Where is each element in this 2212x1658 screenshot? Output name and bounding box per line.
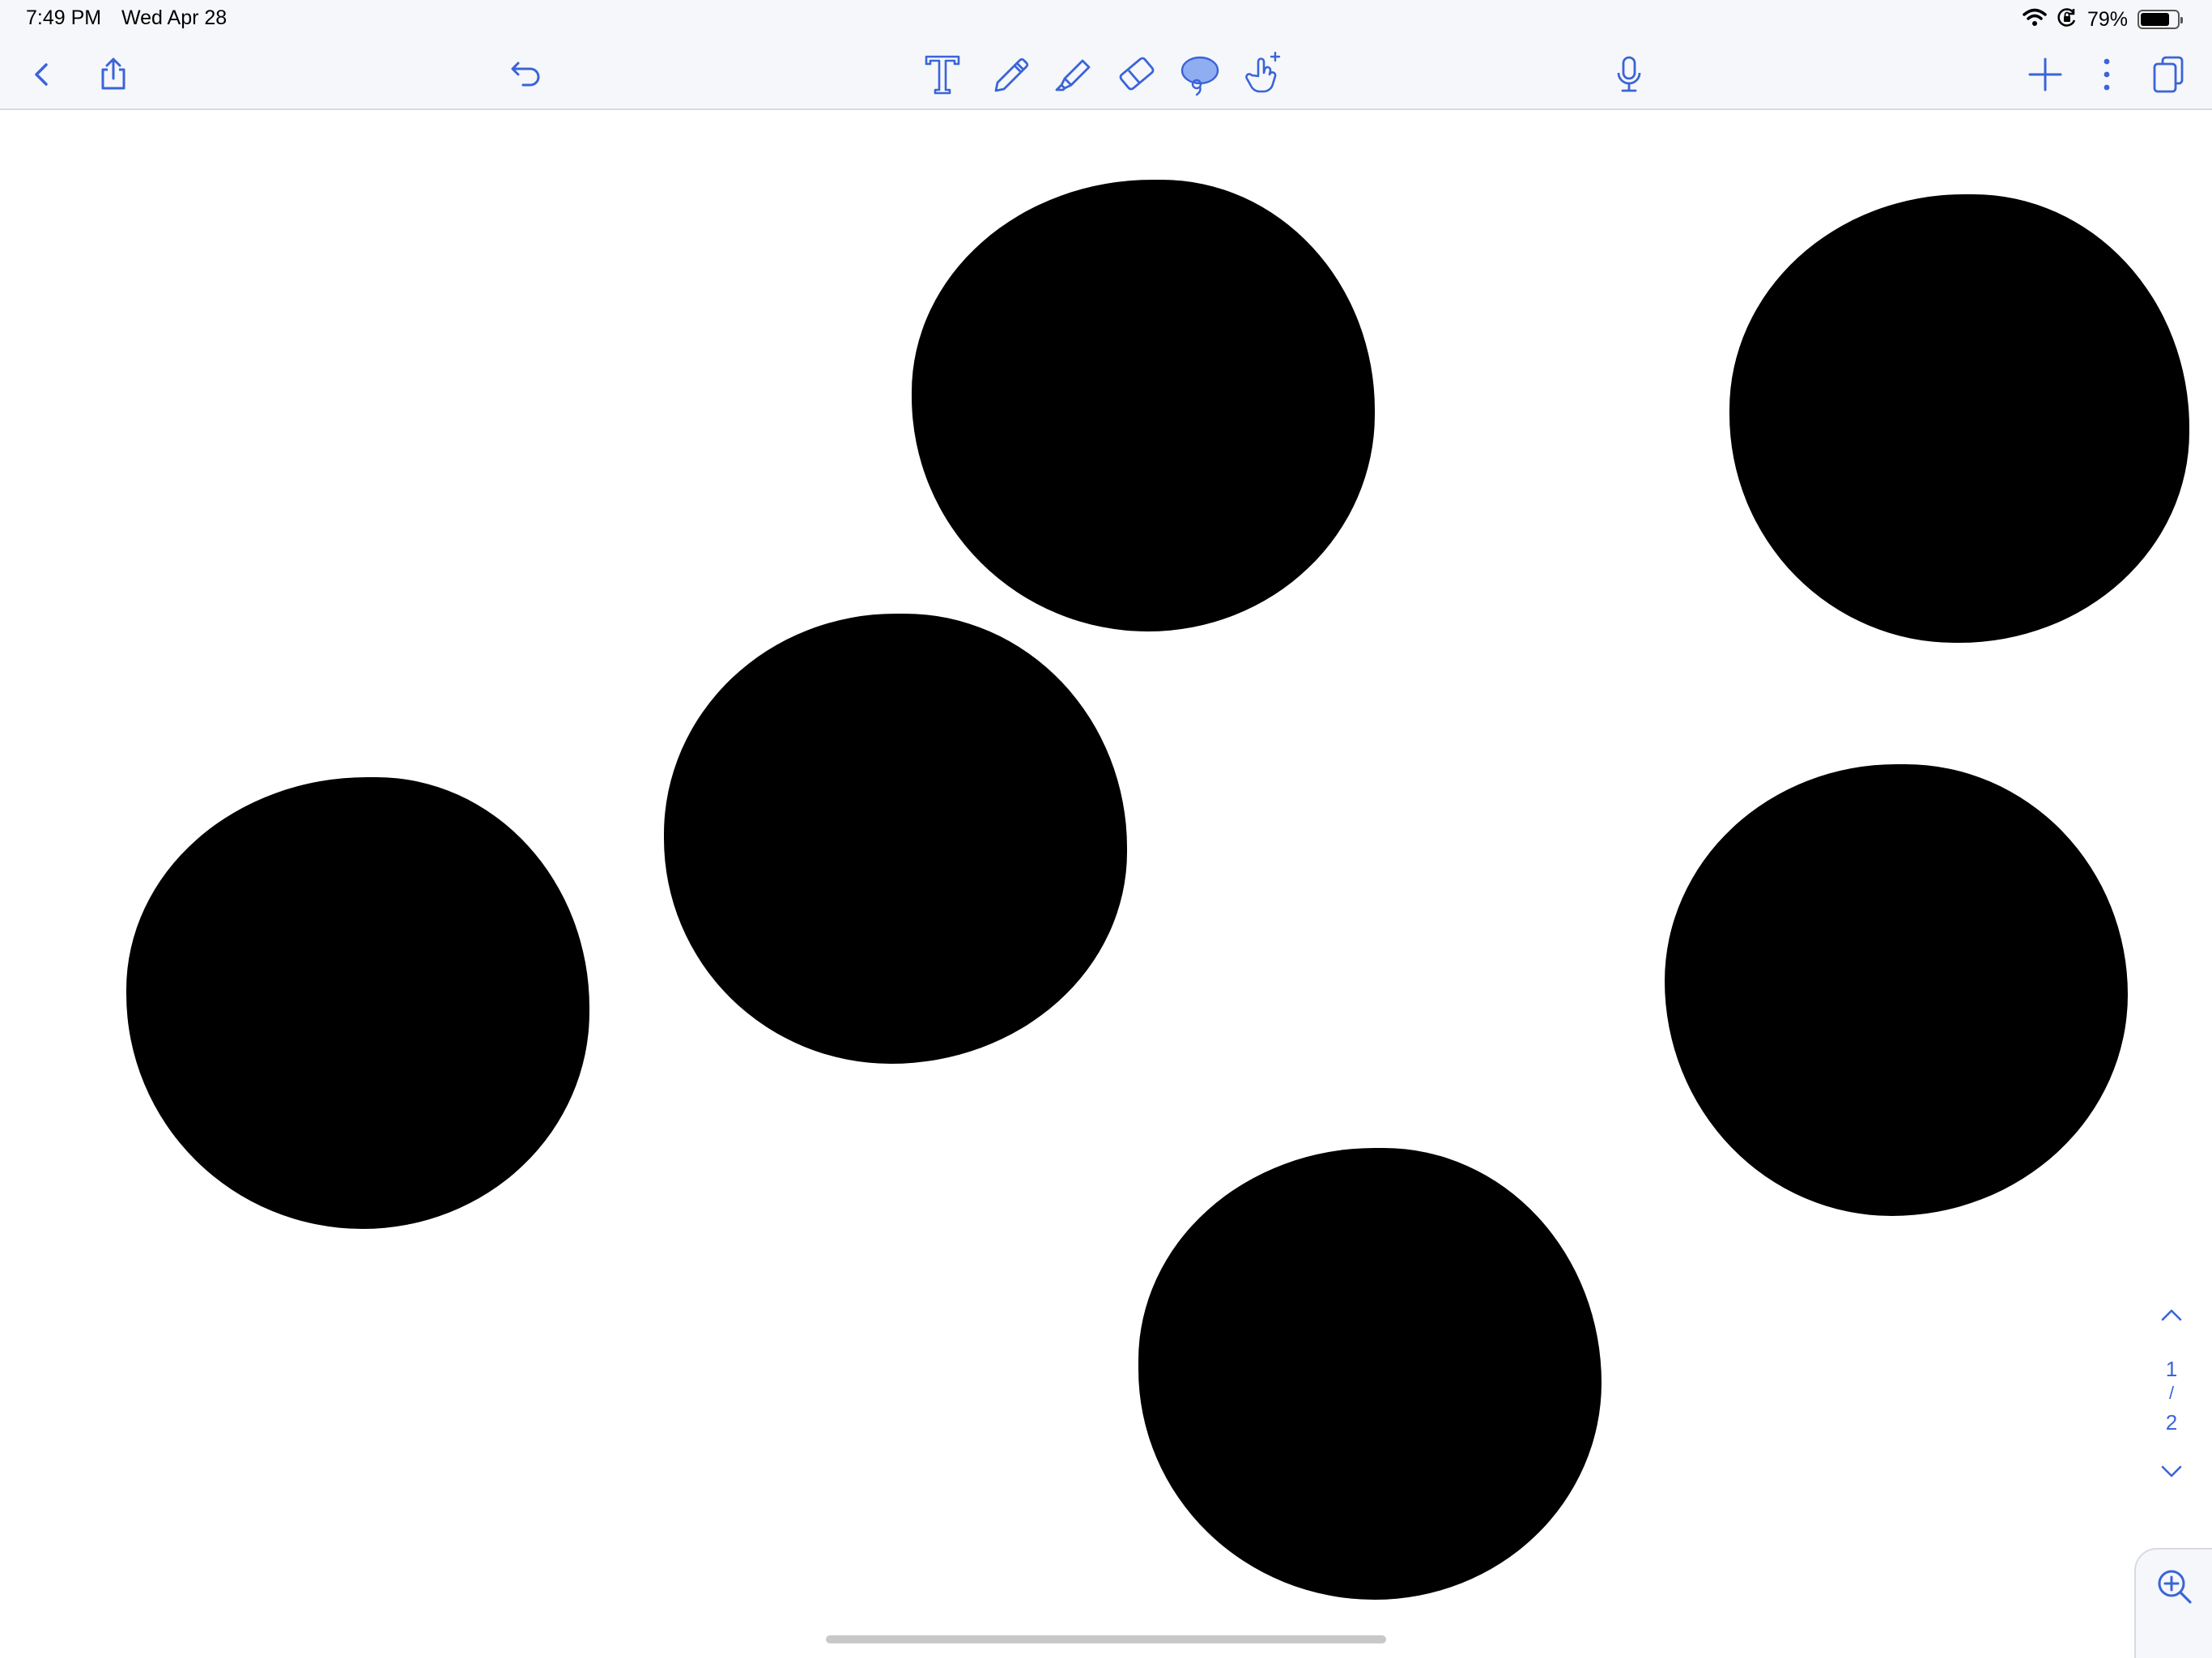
wifi-icon bbox=[2023, 7, 2047, 32]
text-tool-button[interactable] bbox=[917, 49, 968, 100]
ink-blob bbox=[912, 180, 1375, 631]
notes-app-screen: 7:49 PM Wed Apr 28 79% 1 / 2 bbox=[0, 0, 2212, 1658]
zoom-in-icon bbox=[2158, 1570, 2192, 1604]
share-icon bbox=[101, 57, 125, 90]
chevron-up-icon bbox=[2161, 1309, 2182, 1321]
back-button[interactable] bbox=[16, 49, 68, 100]
zoom-in-button[interactable] bbox=[2152, 1564, 2197, 1609]
status-date: Wed Apr 28 bbox=[121, 6, 228, 29]
status-bar: 7:49 PM Wed Apr 28 79% bbox=[0, 0, 2212, 39]
eraser-tool-button[interactable] bbox=[1111, 49, 1163, 100]
battery-percent: 79% bbox=[2087, 7, 2128, 31]
page-separator: / bbox=[2168, 1383, 2175, 1403]
more-options-icon bbox=[2104, 58, 2110, 91]
zoom-panel bbox=[2134, 1548, 2212, 1658]
battery-level-fill bbox=[2141, 13, 2169, 26]
next-page-button[interactable] bbox=[2154, 1454, 2189, 1490]
pen-tool-icon bbox=[994, 57, 1029, 92]
ink-blob bbox=[1665, 764, 2128, 1216]
microphone-icon bbox=[1617, 56, 1641, 92]
drawing-canvas[interactable] bbox=[0, 110, 2212, 1658]
pen-tool-button[interactable] bbox=[985, 49, 1036, 100]
ink-blob bbox=[126, 777, 589, 1229]
hand-tool-button[interactable] bbox=[1237, 49, 1289, 100]
lasso-tool-button[interactable] bbox=[1174, 49, 1226, 100]
ink-blob bbox=[1729, 194, 2189, 643]
ink-blob bbox=[664, 614, 1127, 1064]
undo-icon bbox=[511, 62, 540, 87]
pages-overview-button[interactable] bbox=[2142, 49, 2194, 100]
undo-button[interactable] bbox=[500, 49, 552, 100]
eraser-tool-icon bbox=[1119, 57, 1155, 91]
orientation-lock-icon bbox=[2057, 6, 2078, 33]
chevron-down-icon bbox=[2161, 1465, 2182, 1477]
lasso-tool-icon bbox=[1180, 56, 1219, 96]
pages-overview-icon bbox=[2153, 56, 2184, 93]
page-navigator: 1 / 2 bbox=[2131, 1287, 2212, 1498]
status-indicators: 79% bbox=[2023, 5, 2183, 34]
current-page-number: 1 bbox=[2165, 1357, 2178, 1381]
add-page-icon bbox=[2028, 57, 2062, 91]
highlighter-tool-icon bbox=[1055, 59, 1091, 91]
share-button[interactable] bbox=[87, 49, 139, 100]
add-page-button[interactable] bbox=[2019, 49, 2071, 100]
microphone-button[interactable] bbox=[1603, 49, 1655, 100]
previous-page-button[interactable] bbox=[2154, 1297, 2189, 1333]
more-options-button[interactable] bbox=[2081, 49, 2133, 100]
status-time: 7:49 PM bbox=[26, 6, 102, 29]
hand-tool-icon bbox=[1245, 52, 1281, 93]
ink-blob bbox=[1138, 1148, 1602, 1600]
highlighter-tool-button[interactable] bbox=[1048, 49, 1100, 100]
total-pages-number: 2 bbox=[2165, 1410, 2178, 1435]
battery-icon bbox=[2138, 10, 2183, 29]
toolbar bbox=[0, 39, 2212, 110]
text-tool-icon bbox=[925, 55, 960, 95]
home-indicator[interactable] bbox=[826, 1635, 1386, 1643]
back-icon bbox=[35, 63, 48, 86]
